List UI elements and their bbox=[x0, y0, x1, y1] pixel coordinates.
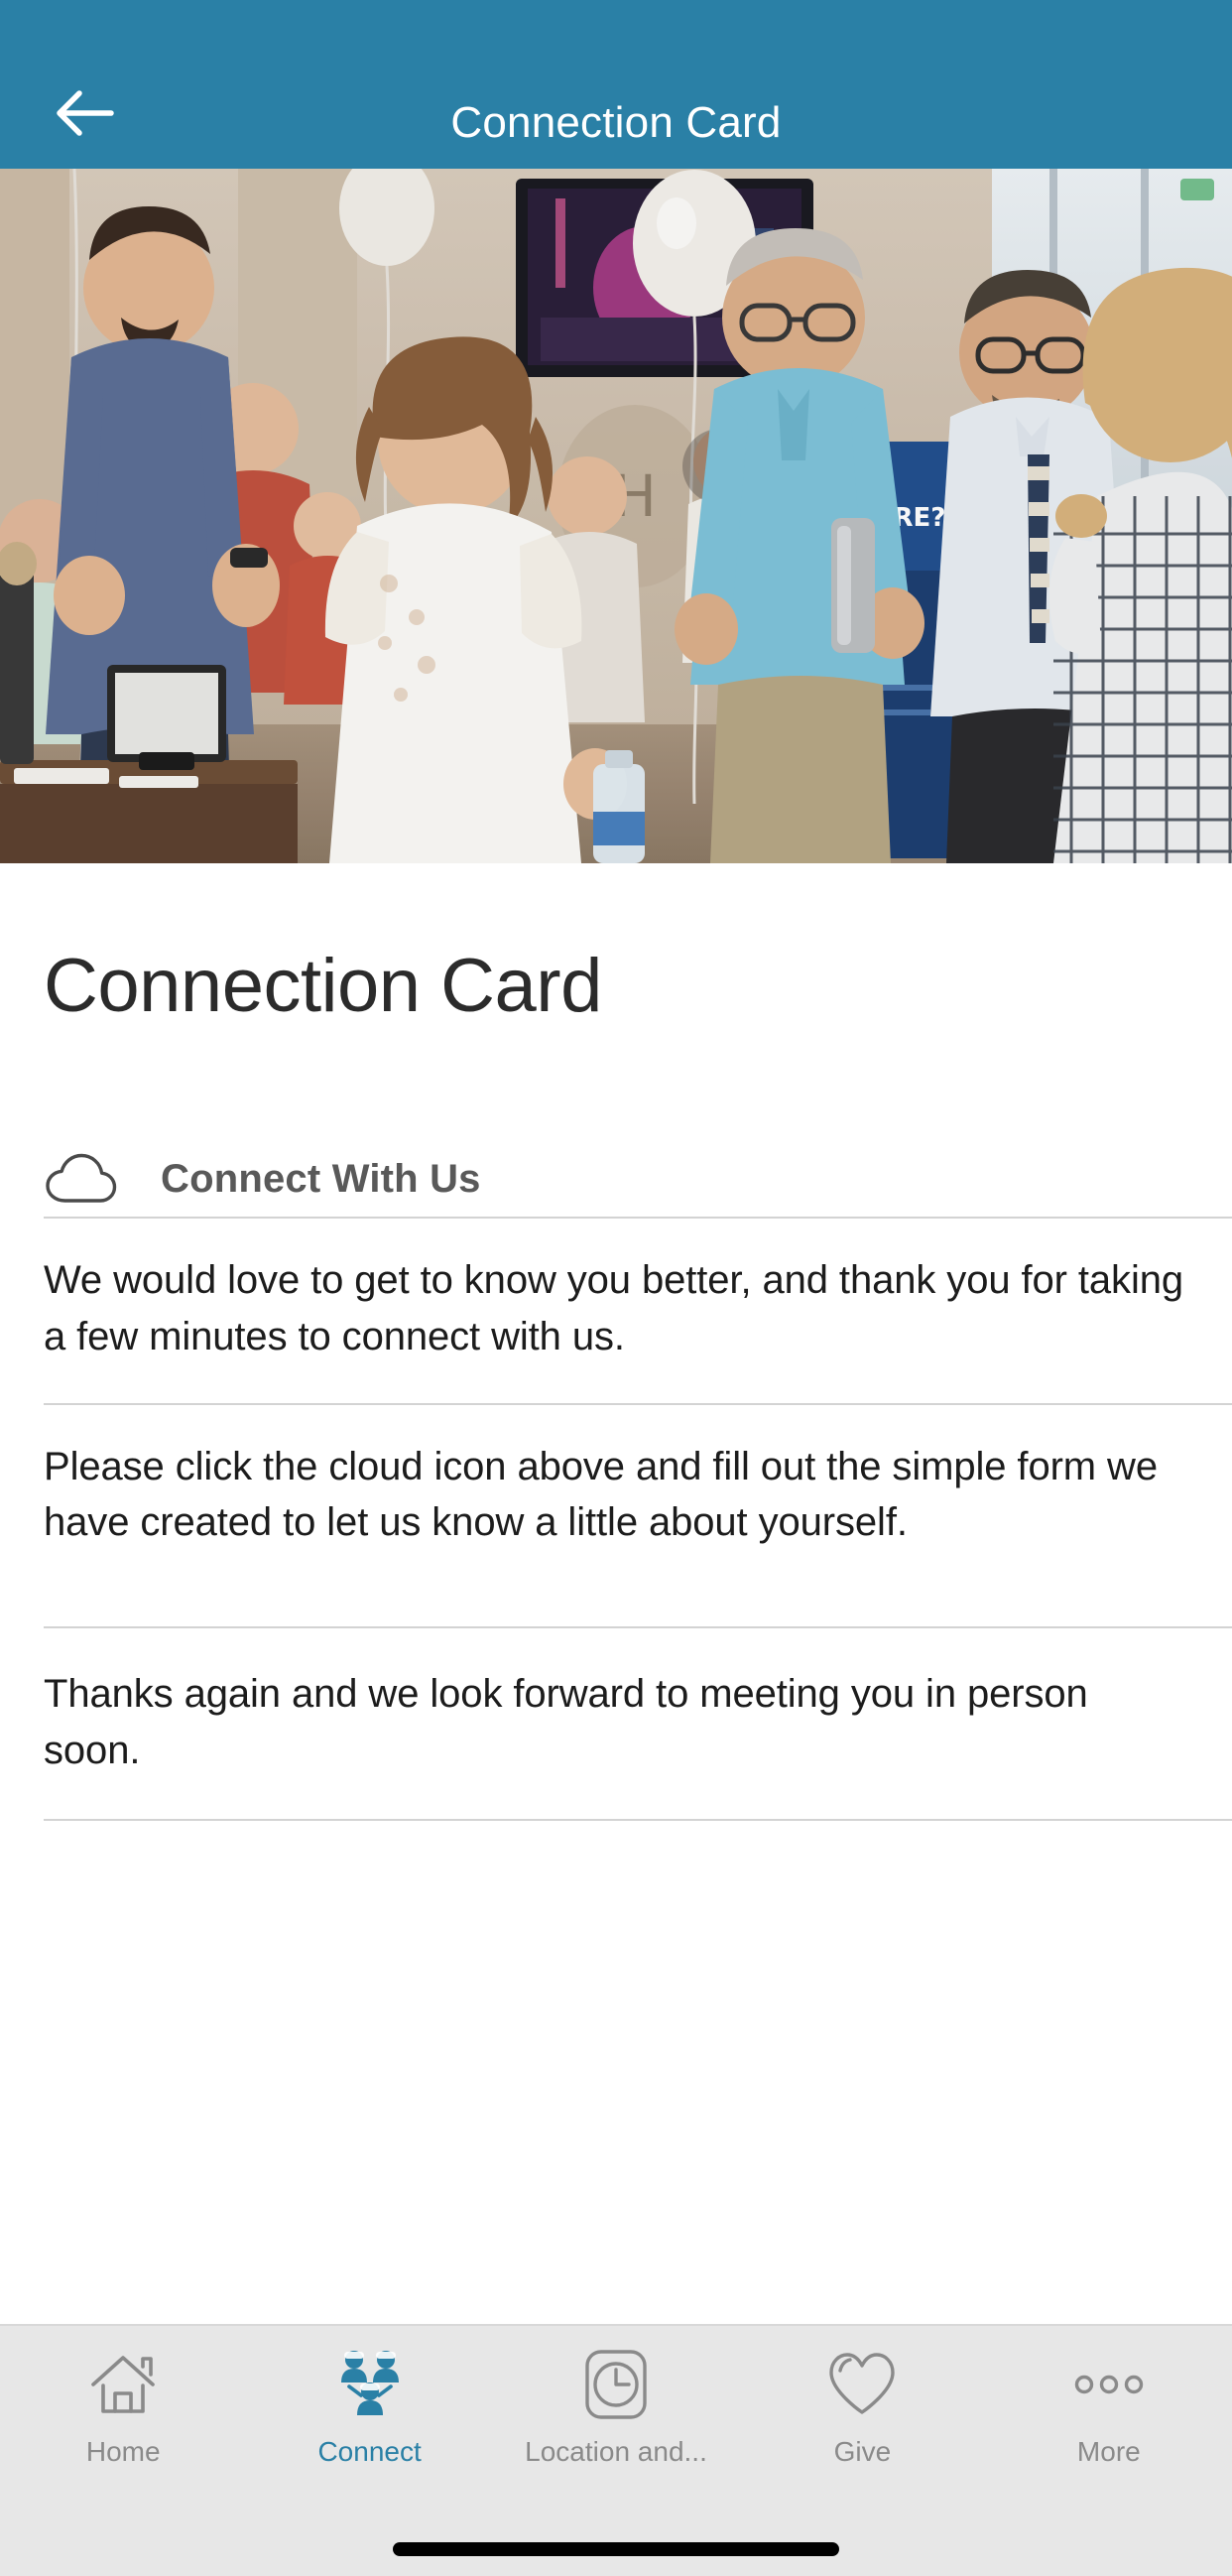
tab-label-more: More bbox=[1076, 2437, 1141, 2467]
tab-list: Home Connect Location and... Give More bbox=[0, 2326, 1232, 2495]
connect-section-label: Connect With Us bbox=[161, 1156, 481, 1201]
home-icon bbox=[80, 2342, 166, 2427]
tab-give[interactable]: Give bbox=[739, 2342, 985, 2495]
tab-location-and-times[interactable]: Location and... bbox=[493, 2342, 739, 2495]
back-button[interactable] bbox=[40, 73, 129, 153]
ellipsis-icon bbox=[1066, 2342, 1152, 2427]
tab-label-connect: Connect bbox=[317, 2437, 422, 2467]
tab-label-give: Give bbox=[833, 2437, 892, 2467]
paragraph-1: We would love to get to know you better,… bbox=[44, 1258, 1184, 1358]
bottom-tab-bar: Home Connect Location and... Give More bbox=[0, 2324, 1232, 2576]
content-area: Connection Card Connect With Us We would… bbox=[0, 863, 1232, 1821]
home-indicator[interactable] bbox=[393, 2542, 839, 2556]
divider bbox=[44, 1818, 1232, 1821]
tab-label-location: Location and... bbox=[525, 2437, 707, 2467]
tab-home[interactable]: Home bbox=[0, 2342, 246, 2495]
app-header: Connection Card bbox=[0, 0, 1232, 169]
tab-connect[interactable]: Connect bbox=[246, 2342, 492, 2495]
header-title: Connection Card bbox=[450, 98, 782, 147]
hero-photo-illustration: H ERE? bbox=[0, 169, 1232, 863]
heart-icon bbox=[819, 2342, 905, 2427]
hero-image: H ERE? bbox=[0, 169, 1232, 863]
clock-icon bbox=[573, 2342, 659, 2427]
arrow-left-icon bbox=[54, 87, 115, 139]
paragraph-3: Thanks again and we look forward to meet… bbox=[44, 1672, 1088, 1772]
people-group-icon bbox=[327, 2342, 413, 2427]
paragraph-2: Please click the cloud icon above and fi… bbox=[44, 1444, 1158, 1545]
cloud-icon[interactable] bbox=[44, 1151, 119, 1207]
tab-label-home: Home bbox=[85, 2437, 161, 2467]
page-title: Connection Card bbox=[44, 944, 602, 1028]
connect-section-header[interactable]: Connect With Us bbox=[44, 1141, 1232, 1217]
app-screen: Connection Card H ERE? Connection Card C… bbox=[0, 0, 1232, 2576]
tab-more[interactable]: More bbox=[986, 2342, 1232, 2495]
